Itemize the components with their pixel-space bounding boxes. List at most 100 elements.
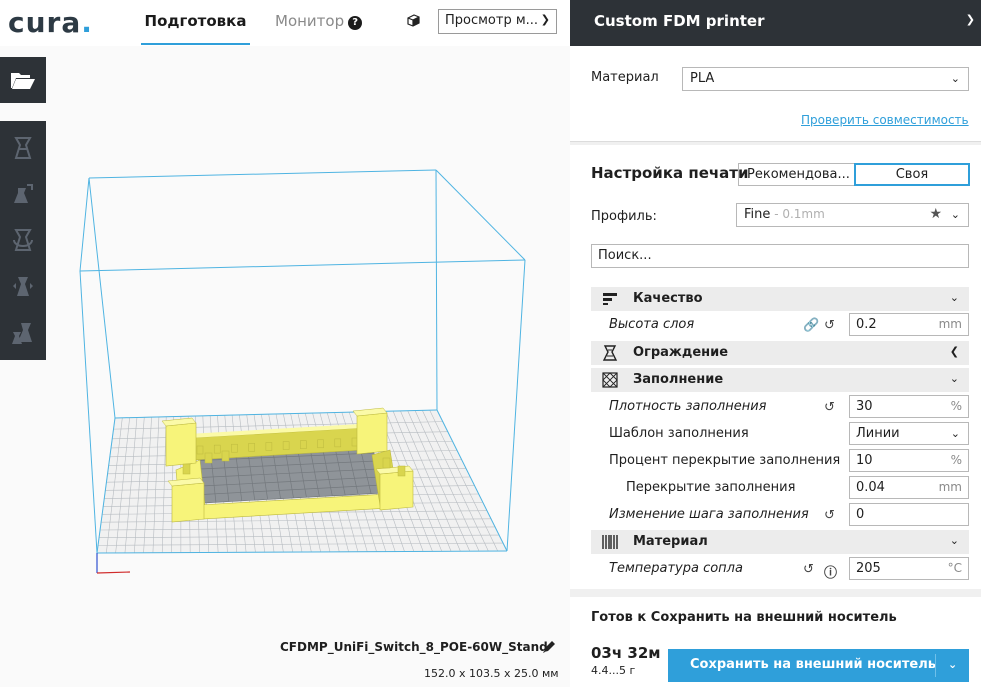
rotate-tool-button[interactable] [0,217,46,263]
move-icon [14,137,32,159]
print-setup-title: Настройка печати [591,164,749,182]
model-tooth [334,438,342,448]
print-time: 03ч 32м [591,644,661,662]
model-post [204,452,213,464]
material-icon [602,535,618,549]
field-unit: mm [938,317,962,331]
pencil-icon[interactable] [542,640,556,654]
model-post [221,450,230,462]
star-icon[interactable]: ★ [929,206,942,222]
left-toolbar [0,57,46,360]
object-dimensions: 152.0 x 103.5 x 25.0 мм [424,667,559,680]
chevron-down-icon[interactable]: ⌄ [948,658,957,671]
model-tooth [196,445,204,455]
setting-label: Шаблон заполнения [609,426,749,441]
3d-viewport[interactable] [46,46,570,636]
category-material-label: Материал [633,534,708,549]
field-value: 10 [856,453,873,468]
print-setup-section: Настройка печати Рекомендова... Своя Про… [570,145,981,589]
category-quality-label: Качество [633,291,703,306]
settings-search-input[interactable]: Поиск... [591,244,969,268]
category-shell-label: Ограждение [633,345,729,360]
model-tooth [317,439,324,449]
category-infill[interactable]: Заполнение ⌄ [591,368,969,392]
scale-tool-button[interactable] [0,171,46,217]
info-icon[interactable]: ⓘ [824,562,837,581]
gradual-infill-input[interactable]: 0 [849,503,969,526]
setting-layer-height: Высота слоя 🔗 ↺ 0.2 mm [591,312,969,339]
move-tool-button[interactable] [0,125,46,171]
chevron-down-icon: ⌄ [949,291,959,304]
recommended-mode-button[interactable]: Рекомендова... [738,163,855,186]
category-shell[interactable]: Ограждение ❮ [591,341,969,365]
cura-window: cura. Подготовка Монитор? Просмотр м... ❯ [0,0,981,687]
field-unit: % [950,399,962,413]
profile-value: Fine [744,207,771,222]
build-volume-edge [79,270,98,554]
reset-icon[interactable]: ↺ [824,508,835,523]
reset-icon[interactable]: ↺ [824,318,835,333]
mirror-tool-button[interactable] [0,263,46,309]
transform-tools [0,121,46,360]
ready-status: Готов к Сохранить на внешний носитель [591,610,897,625]
model-tooth [282,441,290,450]
nozzle-temp-input[interactable]: 205 °C [849,557,969,580]
check-compatibility-link[interactable]: Проверить совместимость [801,113,969,127]
axis-x [96,571,131,574]
model-tower-back-right [356,412,388,455]
quality-icon [603,293,617,305]
model-tooth [248,443,255,452]
profile-select[interactable]: Fine - 0.1mm ★ ⌄ [736,203,969,227]
per-model-settings-button[interactable] [0,309,46,355]
profile-label: Профиль: [591,209,657,224]
custom-mode-button[interactable]: Своя [854,163,970,186]
field-value: 30 [856,399,873,414]
layer-height-input[interactable]: 0.2 mm [849,313,969,336]
category-material[interactable]: Материал ⌄ [591,530,969,554]
chevron-down-icon: ⌄ [949,372,959,385]
setting-label: Плотность заполнения [609,399,767,414]
setting-nozzle-temp: Температура сопла ↺ ⓘ 205 °C [591,556,969,583]
material-select[interactable]: PLA ⌄ [682,67,969,91]
profile-detail: - 0.1mm [770,207,825,221]
button-divider [935,654,936,677]
reset-icon[interactable]: ↺ [824,400,835,415]
save-to-removable-button[interactable]: Сохранить на внешний носитель ⌄ [668,649,969,682]
build-plate-scene[interactable] [46,46,570,636]
infill-density-input[interactable]: 30% [849,395,969,418]
model-tower-back-left [165,422,197,467]
tab-monitor[interactable]: Монитор? [275,12,363,45]
chevron-down-icon: ❯ [540,13,550,26]
field-value: 0.2 [856,317,877,332]
field-unit: % [950,453,962,467]
help-icon[interactable]: ? [348,16,363,30]
model-tooth [300,440,307,449]
printer-name: Custom FDM printer [594,12,765,30]
object-name: CFDMP_UniFi_Switch_8_POE-60W_Stand [280,640,548,654]
setting-label: Высота слоя [609,317,695,332]
view-mode-select[interactable]: Просмотр м... ❯ [438,9,557,34]
setting-infill-overlap-mm: Перекрытие заполнения 0.04 mm [591,475,969,502]
infill-overlap-mm-input[interactable]: 0.04 mm [849,476,969,499]
field-value: Линии [856,426,900,441]
tab-prepare[interactable]: Подготовка [141,12,250,45]
printer-selector[interactable]: Custom FDM printer ❯ [570,0,981,46]
chevron-down-icon: ⌄ [950,208,960,221]
open-file-button[interactable] [0,57,46,103]
infill-icon [602,372,618,388]
category-quality[interactable]: Качество ⌄ [591,287,969,311]
reset-icon[interactable]: ↺ [803,562,814,577]
link-icon[interactable]: 🔗 [803,318,819,333]
save-button-label: Сохранить на внешний носитель [690,657,936,672]
build-volume-edge [79,177,90,272]
material-section: Материал PLA ⌄ [570,46,981,142]
model-tooth [265,442,273,451]
view-orientation-icon[interactable] [406,13,420,27]
infill-pattern-select[interactable]: Линии ⌄ [849,422,969,445]
model-tower-front-right [379,470,414,511]
material-value: PLA [690,71,715,86]
setting-label: Температура сопла [609,561,743,576]
infill-overlap-input[interactable]: 10% [849,449,969,472]
chevron-down-icon: ⌄ [950,427,960,440]
model-tower-front-left [171,482,205,523]
